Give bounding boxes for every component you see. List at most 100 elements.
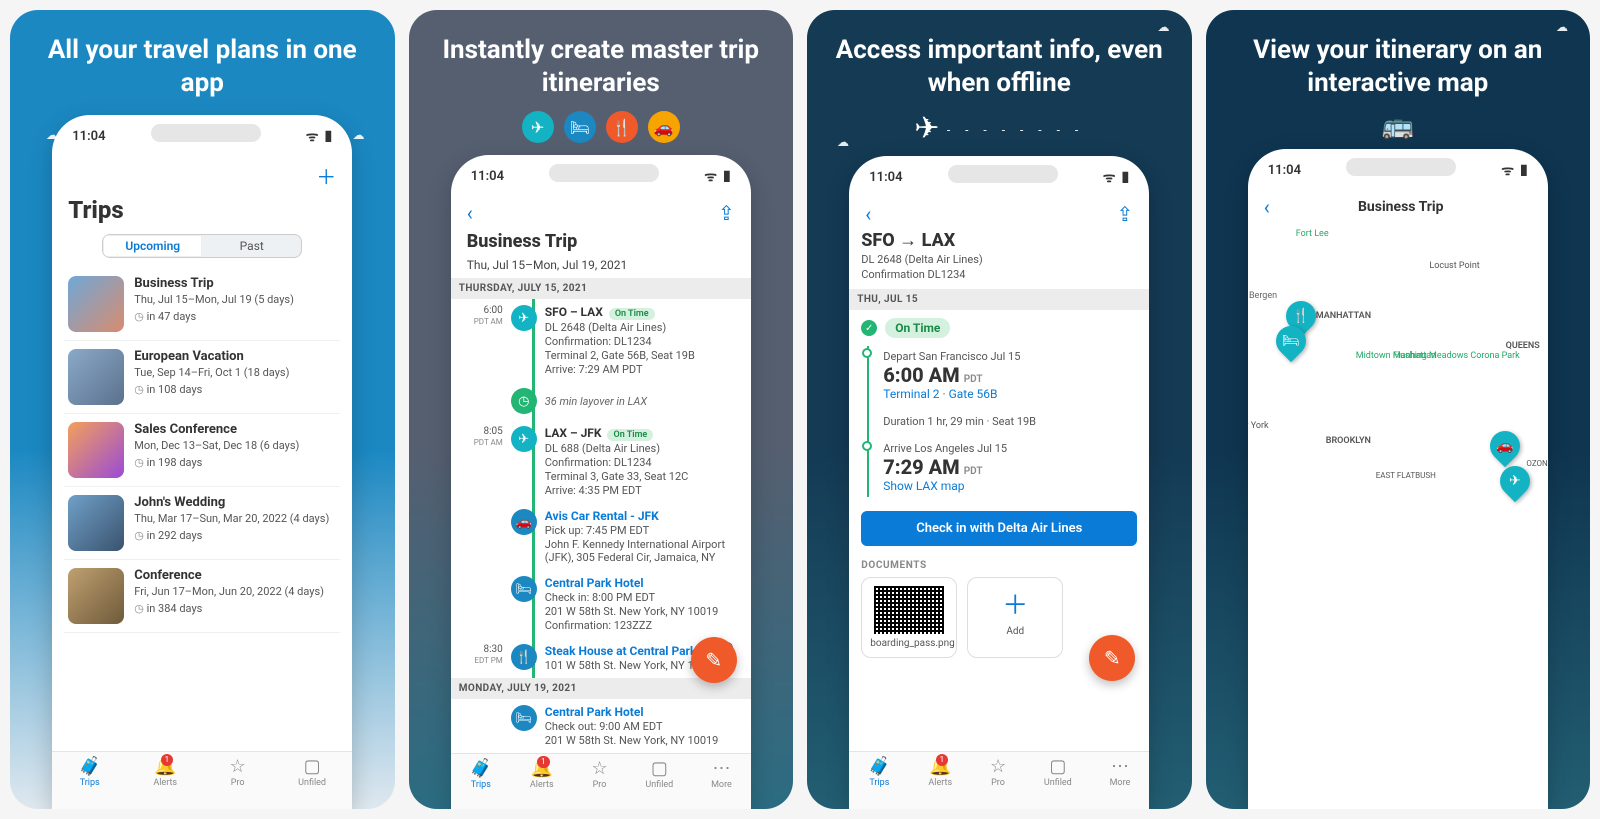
add-document-button[interactable]: ＋Add bbox=[967, 577, 1063, 658]
trip-dates: Tue, Sep 14–Fri, Oct 1 (18 days) bbox=[134, 366, 289, 379]
suitcase-icon: 🧳 bbox=[78, 756, 100, 777]
map-label: w York bbox=[1248, 421, 1269, 431]
map-label: Fort Lee bbox=[1296, 229, 1329, 239]
battery-icon: ▮ bbox=[723, 168, 731, 184]
checkmark-icon: ✓ bbox=[861, 320, 877, 336]
tab-pro[interactable]: ☆Pro bbox=[990, 756, 1006, 788]
bed-icon: 🛏 bbox=[511, 705, 537, 731]
tab-trips[interactable]: 🧳Trips bbox=[470, 758, 492, 790]
trip-countdown: in 384 days bbox=[134, 602, 324, 615]
back-button[interactable]: ‹ bbox=[865, 202, 871, 226]
depart-time: 6:00 AM bbox=[883, 363, 959, 387]
status-time: 11:04 bbox=[72, 129, 105, 144]
checkin-button[interactable]: Check in with Delta Air Lines bbox=[861, 511, 1137, 546]
map-label: MANHATTAN bbox=[1316, 311, 1371, 321]
back-button[interactable]: ‹ bbox=[1264, 195, 1270, 219]
nav-bar: ＋ bbox=[52, 157, 352, 192]
timeline-item-hotel[interactable]: 🛏 Central Park Hotel Check out: 9:00 AM … bbox=[463, 699, 739, 753]
timeline-layover: ◷ 36 min layover in LAX bbox=[463, 382, 739, 420]
fork-icon: 🍴 bbox=[606, 111, 638, 143]
share-button[interactable]: ⇪ bbox=[1116, 202, 1133, 226]
tab-alerts[interactable]: 🔔1Alerts bbox=[928, 756, 952, 788]
trip-row[interactable]: Sales ConferenceMon, Dec 13–Sat, Dec 18 … bbox=[64, 414, 340, 487]
panel-headline: View your itinerary on an interactive ma… bbox=[1206, 10, 1591, 111]
map-label: n Bergen bbox=[1248, 291, 1277, 301]
segment-past[interactable]: Past bbox=[202, 235, 301, 257]
depart-label: Depart San Francisco Jul 15 bbox=[883, 350, 1137, 363]
trip-title: Sales Conference bbox=[134, 422, 299, 437]
trip-dates: Thu, Jul 15–Mon, Jul 19 (5 days) bbox=[134, 293, 294, 306]
trip-title: Business Trip bbox=[134, 276, 294, 291]
trip-dates: Thu, Jul 15–Mon, Jul 19, 2021 bbox=[463, 258, 739, 278]
map-label: OZON bbox=[1526, 459, 1547, 468]
segment-upcoming[interactable]: Upcoming bbox=[103, 235, 202, 257]
back-button[interactable]: ‹ bbox=[467, 201, 473, 225]
promo-panel-1: ☁ ☁ All your travel plans in one app 11:… bbox=[10, 10, 395, 809]
phone-mock: 11:04ᯤ▮ ‹ Business Trip Fort Lee n Berge… bbox=[1248, 149, 1548, 809]
trip-countdown: in 292 days bbox=[134, 529, 329, 542]
tab-unfiled[interactable]: ▢Unfiled bbox=[298, 756, 326, 788]
tab-trips[interactable]: 🧳Trips bbox=[78, 756, 100, 788]
map-pin-car[interactable]: 🚗 bbox=[1484, 425, 1526, 467]
wifi-icon: ᯤ bbox=[306, 127, 319, 146]
inbox-icon: ▢ bbox=[304, 756, 321, 777]
edit-fab[interactable]: ✎ bbox=[691, 637, 737, 683]
wifi-icon: ᯤ bbox=[704, 167, 717, 186]
trip-title: John's Wedding bbox=[134, 495, 329, 510]
timeline-item-hotel[interactable]: 🛏 Central Park Hotel Check in: 8:00 PM E… bbox=[463, 570, 739, 638]
add-button[interactable]: ＋ bbox=[316, 161, 336, 190]
trip-title: Business Trip bbox=[463, 227, 739, 258]
trip-thumbnail bbox=[68, 276, 124, 332]
status-row: ✓ On Time bbox=[861, 310, 1137, 346]
trip-row[interactable]: John's WeddingThu, Mar 17–Sun, Mar 20, 2… bbox=[64, 487, 340, 560]
tab-unfiled[interactable]: ▢Unfiled bbox=[645, 758, 673, 790]
trip-row[interactable]: Business Trip Thu, Jul 15–Mon, Jul 19 (5 … bbox=[64, 268, 340, 341]
battery-icon: ▮ bbox=[325, 128, 333, 144]
tab-alerts[interactable]: 🔔1Alerts bbox=[153, 756, 177, 788]
map-label: Locust Point bbox=[1429, 261, 1479, 271]
map-label: EAST FLATBUSH bbox=[1376, 471, 1436, 480]
alerts-badge: 1 bbox=[161, 754, 174, 766]
category-icons: ✈ 🛏 🍴 🚗 bbox=[522, 111, 680, 151]
tab-more[interactable]: ⋯More bbox=[1110, 756, 1131, 788]
bed-icon: 🛏 bbox=[564, 111, 596, 143]
tab-trips[interactable]: 🧳Trips bbox=[868, 756, 890, 788]
status-badge: On Time bbox=[885, 318, 950, 338]
trip-row[interactable]: European VacationTue, Sep 14–Fri, Oct 1 … bbox=[64, 341, 340, 414]
timeline-item-flight[interactable]: 6:00PDT AM ✈ SFO – LAXOn Time DL 2648 (D… bbox=[463, 299, 739, 382]
status-badge: On Time bbox=[609, 308, 655, 320]
documents-label: DOCUMENTS bbox=[861, 560, 1137, 571]
plane-icon: ✈ - - - - - - - - bbox=[914, 111, 1084, 152]
tab-pro[interactable]: ☆Pro bbox=[591, 758, 607, 790]
plane-icon: ✈ bbox=[522, 111, 554, 143]
trip-thumbnail bbox=[68, 568, 124, 624]
timeline-item-flight[interactable]: 8:05PDT AM ✈ LAX – JFKOn Time DL 688 (De… bbox=[463, 420, 739, 503]
timeline-item-car[interactable]: 🚗 Avis Car Rental - JFK Pick up: 7:45 PM… bbox=[463, 503, 739, 570]
panel-headline: All your travel plans in one app bbox=[10, 10, 395, 111]
document-card[interactable]: boarding_pass.png bbox=[861, 577, 957, 658]
trip-row[interactable]: ConferenceFri, Jun 17–Mon, Jun 20, 2022 … bbox=[64, 560, 340, 633]
bus-icon: 🚌 bbox=[1382, 111, 1414, 145]
tab-more[interactable]: ⋯More bbox=[711, 758, 732, 790]
cloud-icon: ☁ bbox=[837, 135, 849, 149]
trip-thumbnail bbox=[68, 495, 124, 551]
tab-pro[interactable]: ☆Pro bbox=[230, 756, 246, 788]
status-bar: 11:04ᯤ▮ bbox=[451, 155, 751, 197]
panel-headline: Access important info, even when offline bbox=[807, 10, 1192, 111]
status-badge: On Time bbox=[607, 429, 653, 441]
phone-mock: 11:04ᯤ▮ ‹⇪ SFO → LAX DL 2648 (Delta Air … bbox=[849, 156, 1149, 809]
panel-headline: Instantly create master trip itineraries bbox=[409, 10, 794, 111]
screen-title: Trips bbox=[64, 192, 340, 230]
map-label: QUEENS bbox=[1506, 341, 1540, 351]
trip-title: Conference bbox=[134, 568, 324, 583]
segmented-control[interactable]: Upcoming Past bbox=[102, 234, 302, 258]
tab-alerts[interactable]: 🔔1Alerts bbox=[530, 758, 554, 790]
phone-mock: 11:04ᯤ▮ ‹ ⇪ Business Trip Thu, Jul 15–Mo… bbox=[451, 155, 751, 809]
trip-thumbnail bbox=[68, 422, 124, 478]
terminal-gate[interactable]: Terminal 2 · Gate 56B bbox=[883, 387, 1137, 401]
show-map-link[interactable]: Show LAX map bbox=[883, 479, 1137, 493]
plane-icon: ✈ bbox=[511, 305, 537, 331]
tab-unfiled[interactable]: ▢Unfiled bbox=[1044, 756, 1072, 788]
edit-fab[interactable]: ✎ bbox=[1089, 635, 1135, 681]
share-button[interactable]: ⇪ bbox=[718, 201, 735, 225]
